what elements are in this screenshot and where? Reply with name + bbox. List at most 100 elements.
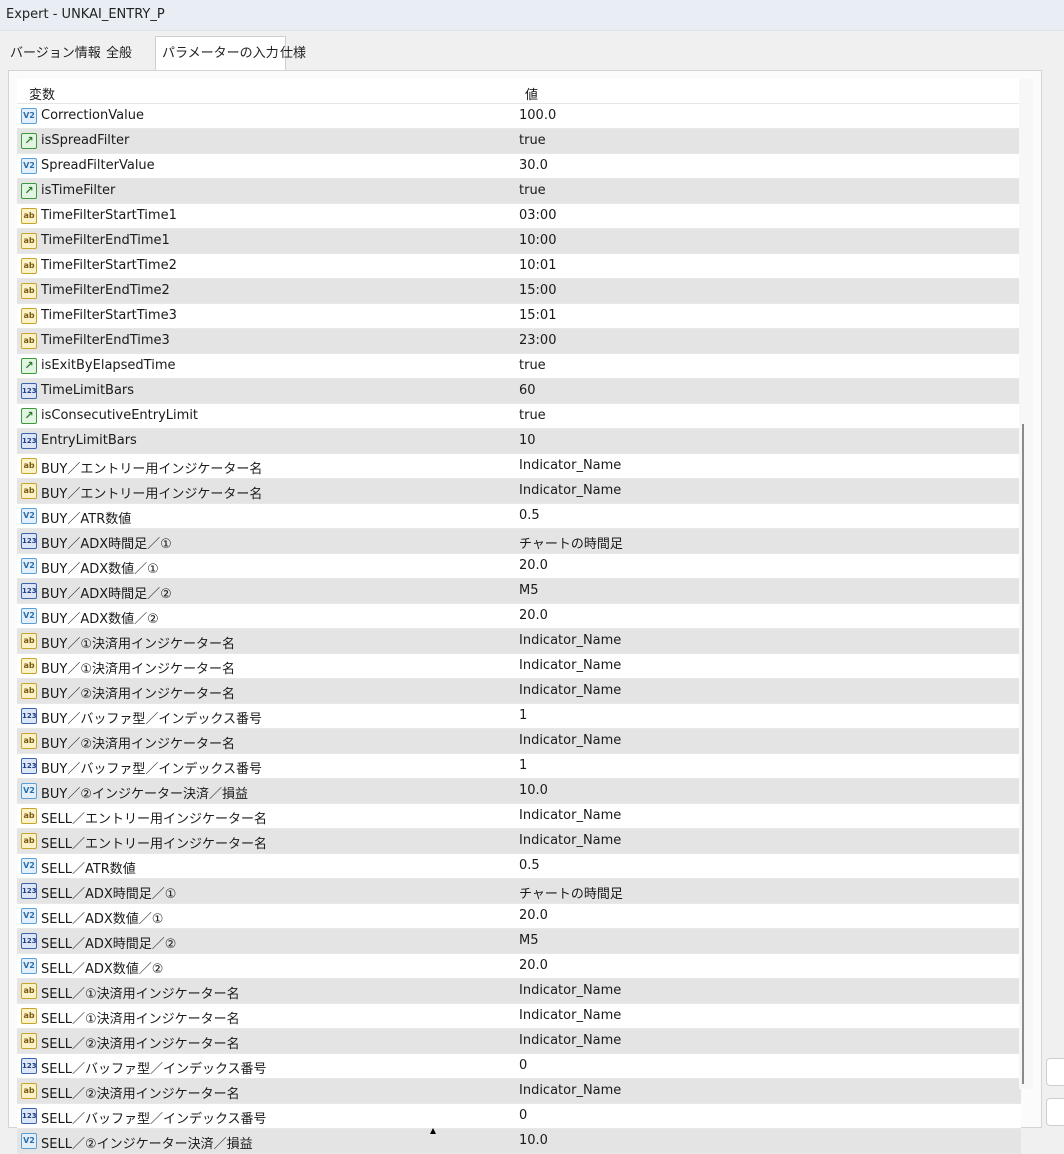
table-row[interactable]: ab SELL／②決済用インジケーター名 Indicator_Name (17, 1079, 1021, 1104)
parameter-value[interactable]: Indicator_Name (519, 833, 621, 848)
table-row[interactable]: ab TimeFilterStartTime2 10:01 (17, 254, 1021, 279)
parameter-value[interactable]: true (519, 408, 546, 423)
table-row[interactable]: ab TimeFilterEndTime2 15:00 (17, 279, 1021, 304)
parameter-value[interactable]: M5 (519, 583, 539, 598)
table-row[interactable]: V2 SELL／ADX数値／② 20.0 (17, 954, 1021, 979)
parameter-value[interactable]: true (519, 183, 546, 198)
table-row[interactable]: ab BUY／①決済用インジケーター名 Indicator_Name (17, 654, 1021, 679)
table-row[interactable]: ab TimeFilterStartTime1 03:00 (17, 204, 1021, 229)
table-row[interactable]: V2 BUY／ADX数値／② 20.0 (17, 604, 1021, 629)
table-row[interactable]: V2 BUY／②インジケーター決済／損益 10.0 (17, 779, 1021, 804)
table-row[interactable]: 123 BUY／ADX時間足／① チャートの時間足 (17, 529, 1021, 554)
table-row[interactable]: ↗ isConsecutiveEntryLimit true (17, 404, 1021, 429)
parameter-value[interactable]: 15:00 (519, 283, 556, 298)
header-variable[interactable]: 変数 (29, 84, 55, 103)
parameter-value[interactable]: 30.0 (519, 158, 548, 173)
parameter-value[interactable]: 1 (519, 708, 527, 723)
parameter-value[interactable]: M5 (519, 933, 539, 948)
parameter-value[interactable]: 10:01 (519, 258, 556, 273)
table-row[interactable]: ab TimeFilterStartTime3 15:01 (17, 304, 1021, 329)
table-row[interactable]: ↗ isTimeFilter true (17, 179, 1021, 204)
side-button-1[interactable] (1046, 1058, 1064, 1086)
parameter-value[interactable]: 100.0 (519, 108, 556, 123)
parameter-value[interactable]: 20.0 (519, 958, 548, 973)
table-row[interactable]: V2 CorrectionValue 100.0 (17, 104, 1021, 129)
table-row[interactable]: ab BUY／②決済用インジケーター名 Indicator_Name (17, 729, 1021, 754)
table-row[interactable]: V2 BUY／ATR数値 0.5 (17, 504, 1021, 529)
parameter-value[interactable]: Indicator_Name (519, 633, 621, 648)
header-value[interactable]: 値 (525, 84, 538, 103)
side-button-2[interactable] (1046, 1098, 1064, 1126)
parameter-value[interactable]: 15:01 (519, 308, 556, 323)
parameter-value[interactable]: 20.0 (519, 608, 548, 623)
parameter-value[interactable]: Indicator_Name (519, 1033, 621, 1048)
vertical-scrollbar[interactable] (1019, 79, 1033, 1089)
integer-type-icon: 123 (21, 583, 37, 599)
table-row[interactable]: ab SELL／②決済用インジケーター名 Indicator_Name (17, 1029, 1021, 1054)
parameter-value[interactable]: Indicator_Name (519, 1008, 621, 1023)
parameter-value[interactable]: 0.5 (519, 508, 540, 523)
parameter-value[interactable]: 10.0 (519, 783, 548, 798)
tab-parameters[interactable]: パラメーターの入力 (155, 36, 286, 71)
parameter-value[interactable]: 60 (519, 383, 536, 398)
parameter-name: SELL／エントリー用インジケーター名 (41, 812, 267, 827)
table-row[interactable]: 123 SELL／ADX時間足／① チャートの時間足 (17, 879, 1021, 904)
parameter-value[interactable]: 23:00 (519, 333, 556, 348)
parameter-value[interactable]: Indicator_Name (519, 683, 621, 698)
table-row[interactable]: ↗ isExitByElapsedTime true (17, 354, 1021, 379)
table-row[interactable]: ↗ isSpreadFilter true (17, 129, 1021, 154)
table-row[interactable]: V2 SELL／②インジケーター決済／損益 10.0 (17, 1129, 1021, 1154)
table-row[interactable]: ab BUY／エントリー用インジケーター名 Indicator_Name (17, 454, 1021, 479)
table-row[interactable]: ab SELL／エントリー用インジケーター名 Indicator_Name (17, 804, 1021, 829)
parameter-value[interactable]: true (519, 358, 546, 373)
table-row[interactable]: V2 BUY／ADX数値／① 20.0 (17, 554, 1021, 579)
parameter-value[interactable]: 03:00 (519, 208, 556, 223)
tab-version-info[interactable]: バージョン情報 (10, 40, 101, 68)
parameter-value[interactable]: 20.0 (519, 558, 548, 573)
parameter-value[interactable]: 10.0 (519, 1133, 548, 1148)
parameter-value[interactable]: チャートの時間足 (519, 883, 623, 902)
parameter-name: TimeFilterStartTime1 (41, 208, 177, 223)
parameter-value[interactable]: Indicator_Name (519, 458, 621, 473)
parameter-value[interactable]: Indicator_Name (519, 1083, 621, 1098)
parameter-value[interactable]: チャートの時間足 (519, 533, 623, 552)
parameter-value[interactable]: 0 (519, 1058, 527, 1073)
tab-specification[interactable]: 仕様 (280, 40, 306, 68)
parameter-value[interactable]: 10 (519, 433, 536, 448)
table-row[interactable]: ab BUY／①決済用インジケーター名 Indicator_Name (17, 629, 1021, 654)
table-row[interactable]: V2 SELL／ADX数値／① 20.0 (17, 904, 1021, 929)
tab-general[interactable]: 全般 (106, 40, 132, 68)
table-row[interactable]: ab BUY／②決済用インジケーター名 Indicator_Name (17, 679, 1021, 704)
table-row[interactable]: ab SELL／①決済用インジケーター名 Indicator_Name (17, 1004, 1021, 1029)
parameter-value[interactable]: Indicator_Name (519, 483, 621, 498)
parameter-value[interactable]: true (519, 133, 546, 148)
table-row[interactable]: ab SELL／①決済用インジケーター名 Indicator_Name (17, 979, 1021, 1004)
parameter-value[interactable]: Indicator_Name (519, 658, 621, 673)
table-row[interactable]: 123 SELL／バッファ型／インデックス番号 0 (17, 1104, 1021, 1129)
table-row[interactable]: 123 EntryLimitBars 10 (17, 429, 1021, 454)
table-row[interactable]: 123 SELL／ADX時間足／② M5 (17, 929, 1021, 954)
table-row[interactable]: ab SELL／エントリー用インジケーター名 Indicator_Name (17, 829, 1021, 854)
table-row[interactable]: ab TimeFilterEndTime3 23:00 (17, 329, 1021, 354)
table-row[interactable]: 123 BUY／バッファ型／インデックス番号 1 (17, 754, 1021, 779)
parameter-value[interactable]: 0 (519, 1108, 527, 1123)
scrollbar-thumb[interactable] (1022, 424, 1024, 1084)
parameter-value[interactable]: Indicator_Name (519, 808, 621, 823)
table-row[interactable]: V2 SpreadFilterValue 30.0 (17, 154, 1021, 179)
table-row[interactable]: 123 SELL／バッファ型／インデックス番号 0 (17, 1054, 1021, 1079)
parameter-value[interactable]: Indicator_Name (519, 733, 621, 748)
table-row[interactable]: 123 TimeLimitBars 60 (17, 379, 1021, 404)
table-row[interactable]: ab TimeFilterEndTime1 10:00 (17, 229, 1021, 254)
table-row[interactable]: 123 BUY／バッファ型／インデックス番号 1 (17, 704, 1021, 729)
parameter-value[interactable]: 10:00 (519, 233, 556, 248)
parameter-value[interactable]: 20.0 (519, 908, 548, 923)
parameter-name: TimeFilterStartTime2 (41, 258, 177, 273)
string-type-icon: ab (21, 283, 37, 299)
parameter-name: isSpreadFilter (41, 133, 130, 148)
table-row[interactable]: ab BUY／エントリー用インジケーター名 Indicator_Name (17, 479, 1021, 504)
parameter-value[interactable]: 1 (519, 758, 527, 773)
table-row[interactable]: V2 SELL／ATR数値 0.5 (17, 854, 1021, 879)
parameter-value[interactable]: 0.5 (519, 858, 540, 873)
table-row[interactable]: 123 BUY／ADX時間足／② M5 (17, 579, 1021, 604)
parameter-value[interactable]: Indicator_Name (519, 983, 621, 998)
